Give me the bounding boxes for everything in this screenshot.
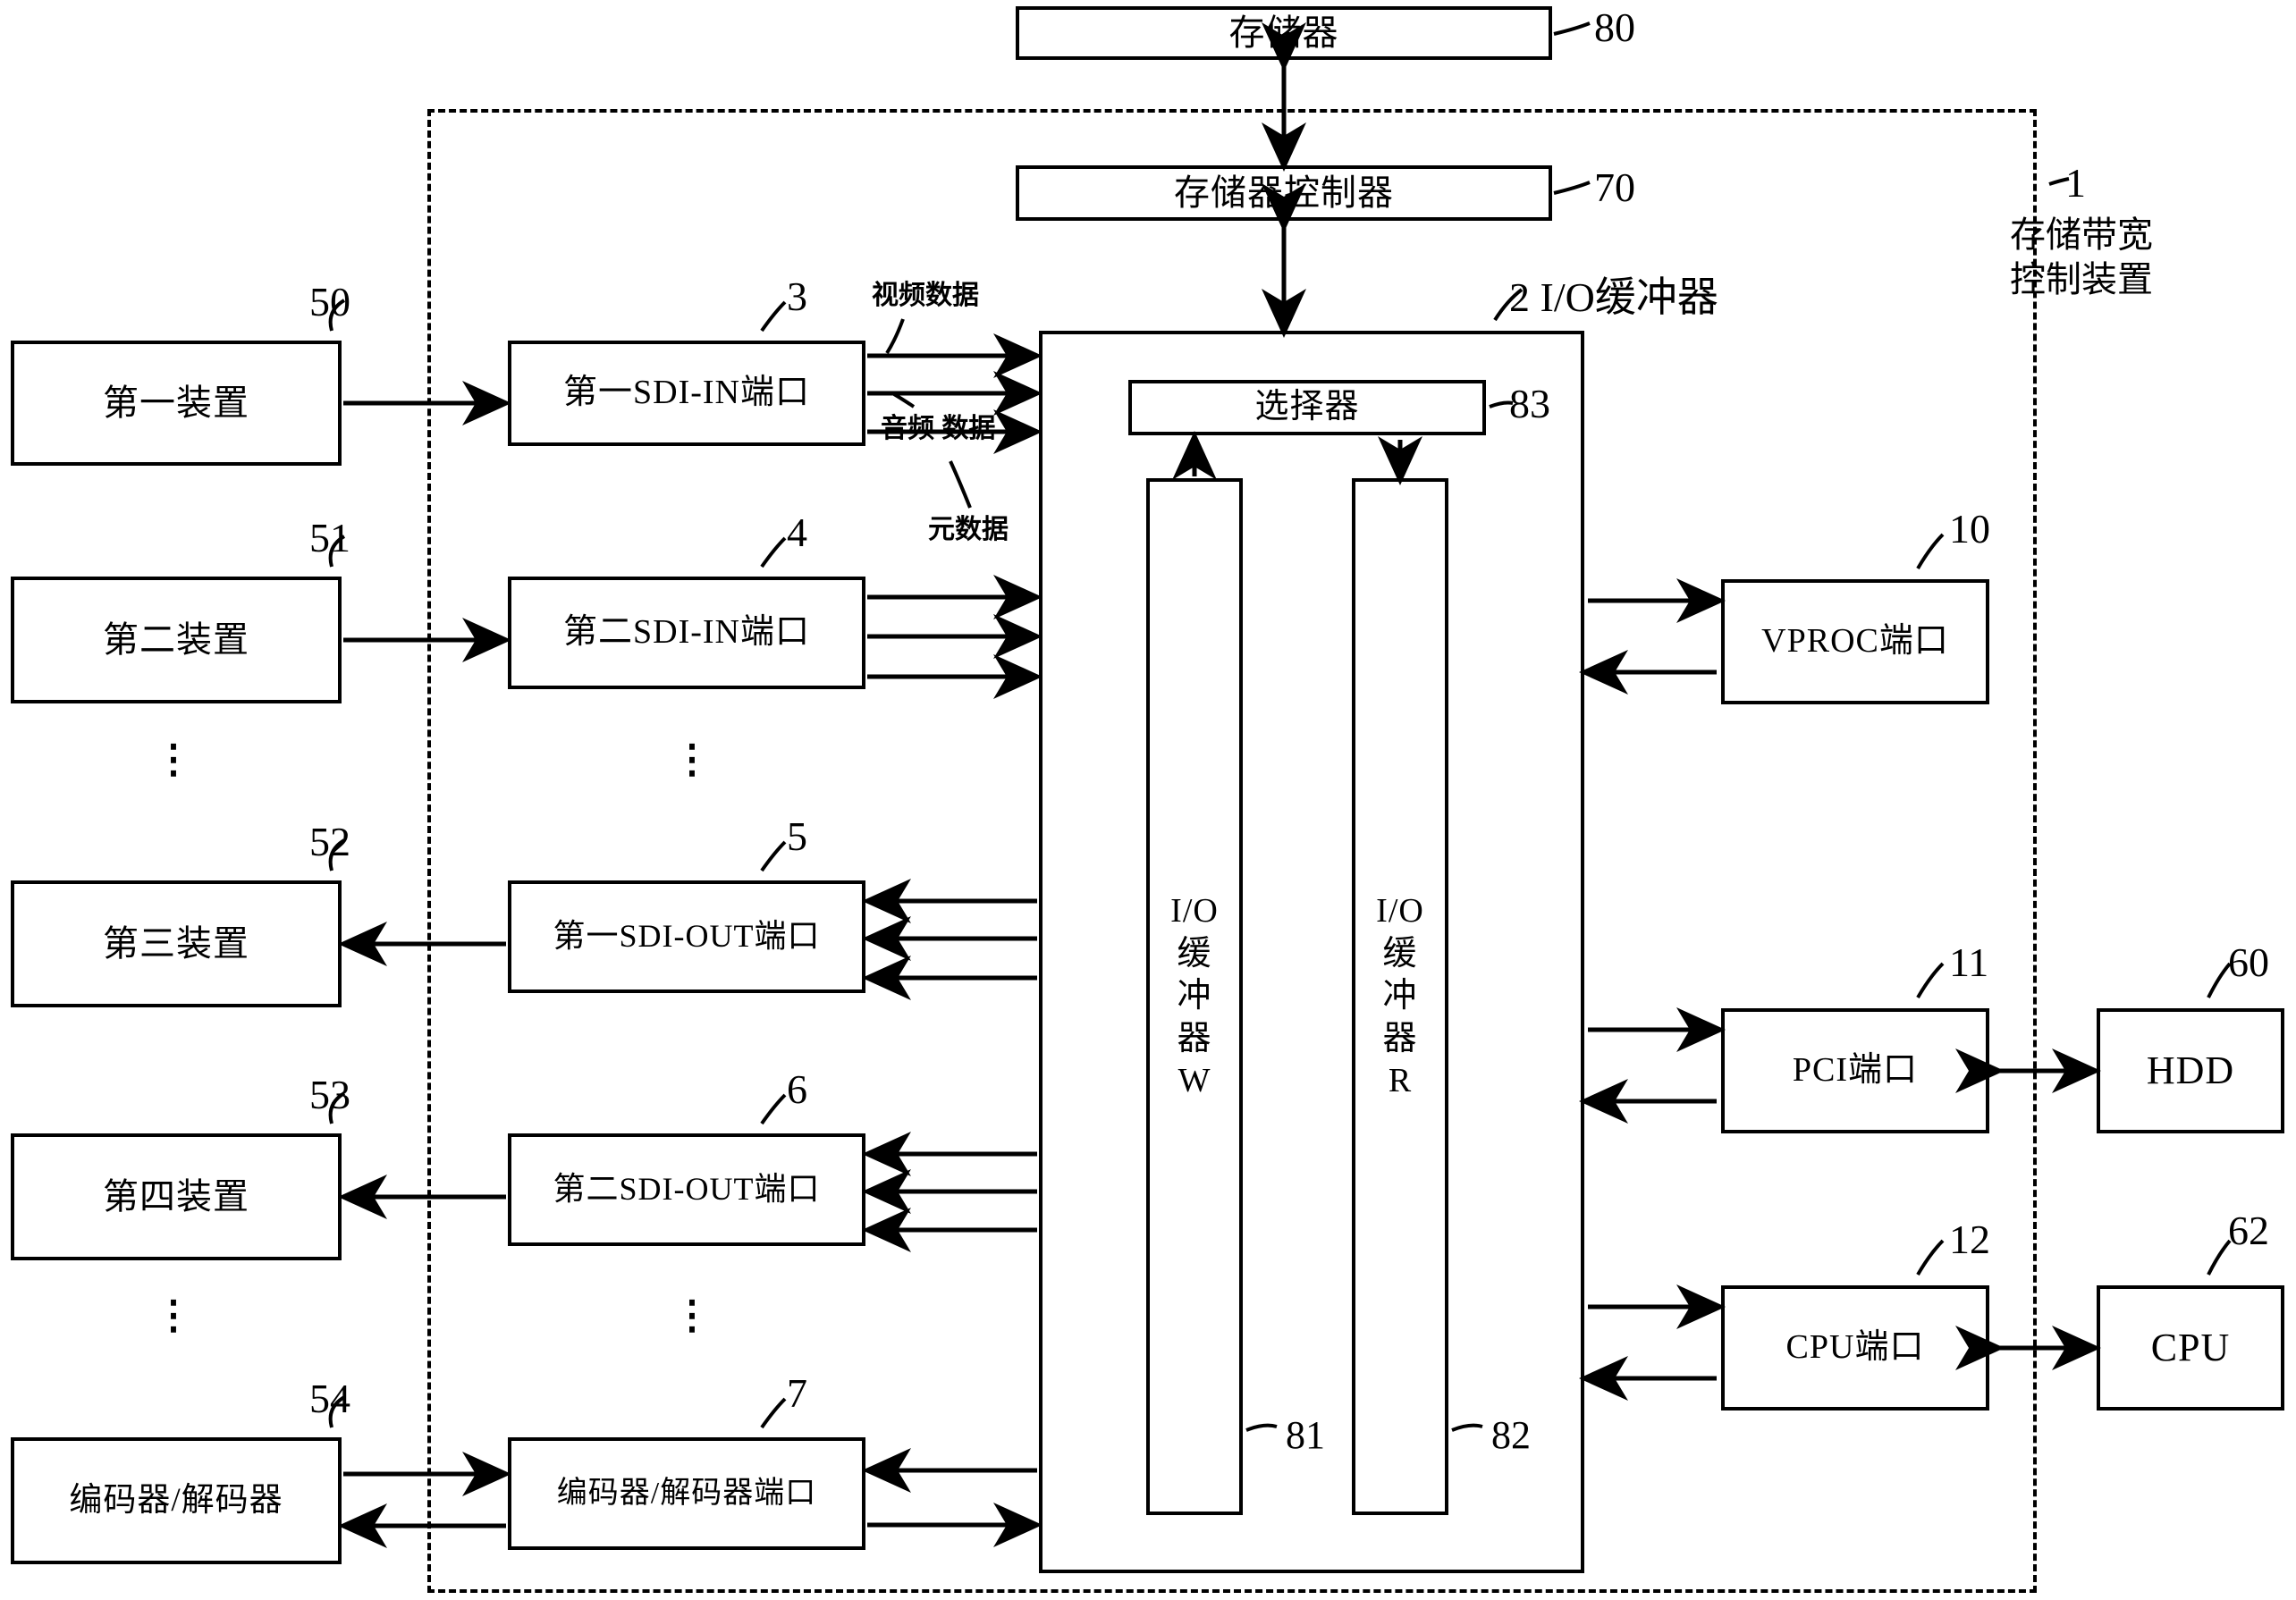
- external-device-ref-hdd: 60: [2228, 939, 2269, 985]
- port-box-sdi-out-2: 第二SDI-OUT端口: [508, 1133, 865, 1246]
- io-buffer-ref-number: 2 I/O缓冲器: [1509, 274, 1718, 320]
- device-ref-third: 52: [309, 819, 350, 864]
- memory-ref-number: 80: [1594, 4, 1635, 50]
- port-box-sdi-out-1: 第一SDI-OUT端口: [508, 880, 865, 993]
- device-label-fourth: 第四装置: [103, 1176, 249, 1217]
- right-port-ref-vproc: 10: [1949, 506, 1990, 552]
- right-port-box-pci: PCI端口: [1721, 1008, 1989, 1133]
- ellipsis-left-lower: ⋮: [154, 1293, 193, 1337]
- device-box-codec: 编码器/解码器: [11, 1437, 342, 1564]
- device-box-first: 第一装置: [11, 341, 342, 466]
- device-label-first: 第一装置: [103, 383, 249, 423]
- selector-ref-number: 83: [1509, 381, 1550, 426]
- device-label-codec: 编码器/解码器: [69, 1481, 283, 1519]
- device-ref-codec: 54: [309, 1376, 350, 1421]
- device-box-fourth: 第四装置: [11, 1133, 342, 1260]
- port-label-sdi-in-2: 第二SDI-IN端口: [563, 613, 810, 652]
- device-ref-first: 50: [309, 279, 350, 324]
- port-label-sdi-in-1: 第一SDI-IN端口: [563, 374, 810, 412]
- memory-controller-box: 存储器控制器: [1016, 165, 1552, 221]
- device-box-third: 第三装置: [11, 880, 342, 1007]
- external-device-label-hdd: HDD: [2146, 1048, 2235, 1092]
- ellipsis-ports-upper: ⋮: [672, 737, 712, 781]
- right-port-ref-cpu: 12: [1949, 1217, 1990, 1262]
- io-buffer-w-box: I/O 缓 冲 器 W: [1146, 478, 1243, 1515]
- ellipsis-ports-lower: ⋮: [672, 1293, 712, 1337]
- device-ref-fourth: 53: [309, 1072, 350, 1117]
- port-box-codec: 编码器/解码器端口: [508, 1437, 865, 1550]
- right-port-box-cpu: CPU端口: [1721, 1285, 1989, 1411]
- device-box-second: 第二装置: [11, 577, 342, 703]
- io-buffer-w-ref-number: 81: [1286, 1413, 1325, 1457]
- port-ref-sdi-in-2: 4: [787, 509, 807, 555]
- signal-label-meta: 元数据: [928, 515, 1009, 544]
- memory-controller-label: 存储器控制器: [1174, 173, 1394, 213]
- system-ref-number: 1: [2065, 160, 2086, 206]
- port-ref-sdi-in-1: 3: [787, 274, 807, 319]
- port-label-codec: 编码器/解码器端口: [556, 1477, 817, 1511]
- port-ref-codec: 7: [787, 1370, 807, 1416]
- right-port-label-pci: PCI端口: [1792, 1051, 1919, 1090]
- device-label-third: 第三装置: [103, 923, 249, 964]
- device-ref-second: 51: [309, 515, 350, 560]
- port-ref-sdi-out-2: 6: [787, 1066, 807, 1112]
- external-device-ref-cpu: 62: [2228, 1208, 2269, 1253]
- io-buffer-container: [1039, 331, 1584, 1573]
- io-buffer-w-label: I/O 缓 冲 器 W: [1170, 892, 1219, 1100]
- signal-label-video: 视频数据: [872, 281, 979, 310]
- port-label-sdi-out-1: 第一SDI-OUT端口: [553, 918, 821, 955]
- io-buffer-r-label: I/O 缓 冲 器 R: [1376, 892, 1424, 1100]
- right-port-label-cpu: CPU端口: [1785, 1328, 1925, 1367]
- right-port-ref-pci: 11: [1949, 939, 1989, 985]
- port-label-sdi-out-2: 第二SDI-OUT端口: [553, 1171, 821, 1208]
- signal-label-audio: 音频 数据: [881, 414, 996, 443]
- port-ref-sdi-out-1: 5: [787, 813, 807, 859]
- selector-label: 选择器: [1254, 388, 1360, 426]
- memory-box: 存储器: [1016, 6, 1552, 60]
- device-label-second: 第二装置: [103, 619, 249, 660]
- ellipsis-left-upper: ⋮: [154, 737, 193, 781]
- io-buffer-r-ref-number: 82: [1491, 1413, 1531, 1457]
- external-device-box-hdd: HDD: [2097, 1008, 2284, 1133]
- system-name-label: 存储带宽 控制装置: [2010, 215, 2153, 299]
- right-port-box-vproc: VPROC端口: [1721, 579, 1989, 704]
- external-device-label-cpu: CPU: [2150, 1325, 2231, 1369]
- io-buffer-r-box: I/O 缓 冲 器 R: [1352, 478, 1448, 1515]
- port-box-sdi-in-1: 第一SDI-IN端口: [508, 341, 865, 446]
- external-device-box-cpu: CPU: [2097, 1285, 2284, 1411]
- memory-label: 存储器: [1228, 13, 1339, 53]
- selector-box: 选择器: [1128, 380, 1486, 435]
- patent-figure-canvas: 1 存储带宽 控制装置 存储器 80 存储器控制器 70 2 I/O缓冲器 选择…: [0, 0, 2296, 1600]
- memory-controller-ref-number: 70: [1594, 164, 1635, 210]
- port-box-sdi-in-2: 第二SDI-IN端口: [508, 577, 865, 689]
- right-port-label-vproc: VPROC端口: [1761, 622, 1949, 661]
